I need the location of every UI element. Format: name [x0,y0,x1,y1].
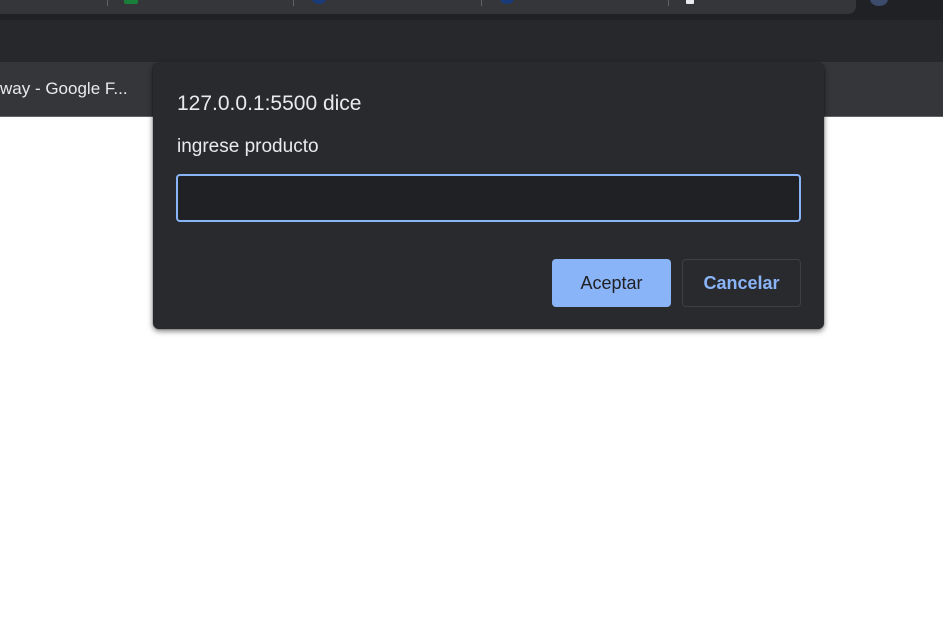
prompt-input[interactable] [176,174,801,222]
browser-toolbar [0,20,943,62]
profile-avatar[interactable] [870,0,888,6]
bookmark-item[interactable]: way - Google F... [0,79,128,99]
globe-icon[interactable] [312,0,326,4]
tab-separator [481,0,482,6]
tab-strip-background [0,0,856,14]
tab-separator [107,0,108,6]
page-icon[interactable] [686,0,694,4]
dialog-message: ingrese producto [177,136,319,157]
tab-separator [668,0,669,6]
tab-strip [0,0,943,20]
cancel-button[interactable]: Cancelar [682,259,801,307]
tab-separator [293,0,294,6]
globe-icon[interactable] [500,0,514,4]
prompt-dialog: 127.0.0.1:5500 dice ingrese producto Ace… [153,63,824,329]
accept-button[interactable]: Aceptar [552,259,671,307]
dialog-title: 127.0.0.1:5500 dice [177,92,362,115]
sheets-icon[interactable] [124,0,138,4]
